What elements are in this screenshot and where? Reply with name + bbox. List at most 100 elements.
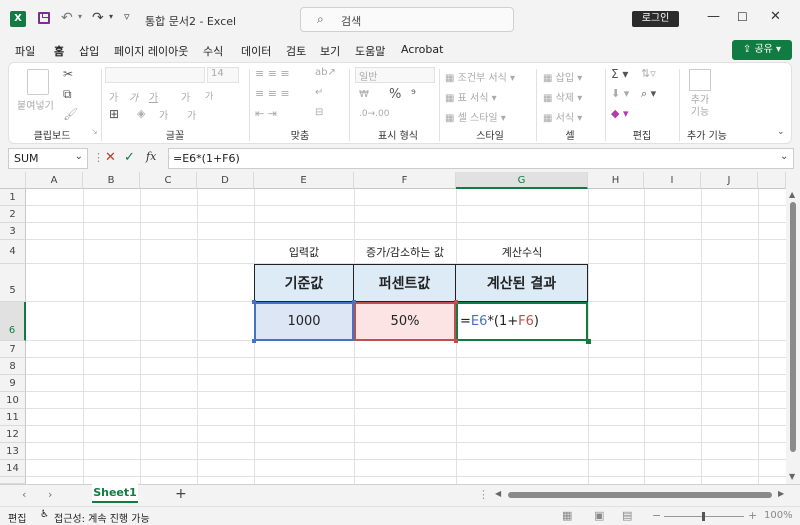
row-header-14[interactable]: 14 bbox=[0, 460, 26, 477]
indent-icon[interactable]: ⇤ ⇥ bbox=[255, 107, 277, 120]
addins-label[interactable]: 추가 기능 bbox=[687, 95, 713, 119]
row-header-11[interactable]: 11 bbox=[0, 409, 26, 426]
currency-icon[interactable]: ₩ bbox=[359, 89, 369, 100]
expand-formula-icon[interactable]: ⌄ bbox=[780, 151, 788, 162]
scroll-up-icon[interactable]: ▲ bbox=[789, 190, 795, 199]
cell-f5[interactable]: 퍼센트값 bbox=[353, 264, 456, 302]
login-button[interactable]: 로그인 bbox=[632, 11, 679, 27]
fill-color-icon[interactable]: ◈ bbox=[137, 107, 145, 120]
grow-font-button[interactable]: 가 bbox=[181, 89, 190, 104]
cell-g4[interactable]: 계산수식 bbox=[456, 240, 588, 264]
percent-icon[interactable]: % bbox=[389, 87, 401, 102]
merge-icon[interactable]: ⊟ bbox=[315, 107, 323, 118]
paste-icon[interactable] bbox=[27, 69, 49, 95]
row-header-9[interactable]: 9 bbox=[0, 375, 26, 392]
tab-formulas[interactable]: 수식 bbox=[203, 43, 223, 59]
align-left-icon[interactable]: ≡ ≡ ≡ bbox=[255, 87, 290, 100]
collapse-ribbon-icon[interactable]: ⌄ bbox=[777, 127, 785, 137]
bold-button[interactable]: 가 bbox=[109, 89, 118, 104]
tab-file[interactable]: 파일 bbox=[15, 43, 35, 59]
row-header-4[interactable]: 4 bbox=[0, 240, 26, 264]
undo-icon[interactable]: ↶ bbox=[61, 10, 73, 26]
horizontal-scroll-thumb[interactable] bbox=[508, 492, 772, 498]
maximize-icon[interactable]: ☐ bbox=[737, 10, 748, 24]
format-cells-button[interactable]: ▦ 서식 ▾ bbox=[543, 109, 582, 124]
font-name-box[interactable] bbox=[105, 67, 205, 83]
row-header-12[interactable]: 12 bbox=[0, 426, 26, 443]
cell-g6[interactable]: = E6 *(1+ F6) bbox=[456, 302, 588, 341]
tab-page-layout[interactable]: 페이지 레이아웃 bbox=[114, 43, 188, 59]
conditional-format-button[interactable]: ▦ 조건부 서식 ▾ bbox=[445, 69, 515, 84]
borders-icon[interactable]: ⊞ bbox=[109, 107, 119, 121]
col-header-k[interactable] bbox=[758, 172, 786, 189]
copy-icon[interactable]: ⧉ bbox=[63, 87, 72, 102]
cell-styles-button[interactable]: ▦ 셀 스타일 ▾ bbox=[445, 109, 506, 124]
zoom-out-icon[interactable]: − bbox=[652, 509, 661, 522]
scroll-right-icon[interactable]: ▶ bbox=[778, 489, 784, 498]
zoom-slider-thumb[interactable] bbox=[702, 512, 705, 521]
shrink-font-button[interactable]: 가 bbox=[205, 89, 213, 102]
scroll-down-icon[interactable]: ▼ bbox=[789, 472, 795, 481]
tab-acrobat[interactable]: Acrobat bbox=[401, 43, 443, 56]
formula-input[interactable]: =E6*(1+F6) bbox=[168, 148, 794, 169]
find-icon[interactable]: ⌕ ▾ bbox=[641, 87, 656, 101]
number-format-box[interactable]: 일반 bbox=[355, 67, 435, 83]
redo-dropdown-icon[interactable]: ▾ bbox=[109, 12, 113, 21]
tab-review[interactable]: 검토 bbox=[286, 43, 306, 59]
minimize-icon[interactable]: — bbox=[707, 9, 720, 24]
zoom-level[interactable]: 100% bbox=[764, 510, 793, 521]
col-header-h[interactable]: H bbox=[588, 172, 644, 189]
page-layout-icon[interactable]: ▣ bbox=[594, 509, 604, 522]
tab-data[interactable]: 데이터 bbox=[241, 43, 271, 59]
sort-filter-icon[interactable]: ⇅▿ bbox=[641, 67, 656, 80]
col-header-e[interactable]: E bbox=[254, 172, 354, 189]
name-box[interactable]: SUM ⌄ bbox=[8, 148, 88, 169]
worksheet-grid[interactable]: A B C D E F G H I J 1 2 3 4 5 6 7 8 9 10… bbox=[0, 172, 800, 484]
underline-button[interactable]: 가 bbox=[149, 89, 158, 104]
col-header-d[interactable]: D bbox=[197, 172, 254, 189]
addins-icon[interactable] bbox=[689, 69, 711, 91]
paste-label[interactable]: 붙여넣기 bbox=[17, 97, 54, 112]
clear-icon[interactable]: ◆ ▾ bbox=[611, 107, 628, 120]
table-format-button[interactable]: ▦ 표 서식 ▾ bbox=[445, 89, 497, 104]
increase-decimal-icon[interactable]: .0→.00 bbox=[359, 109, 389, 119]
col-header-g[interactable]: G bbox=[456, 172, 588, 189]
select-all[interactable] bbox=[0, 172, 26, 189]
accessibility-status[interactable]: 접근성: 계속 진행 가능 bbox=[54, 510, 150, 525]
tab-view[interactable]: 보기 bbox=[320, 43, 340, 59]
delete-cells-button[interactable]: ▦ 삭제 ▾ bbox=[543, 89, 582, 104]
font-size-box[interactable]: 14 bbox=[207, 67, 239, 83]
row-header-3[interactable]: 3 bbox=[0, 223, 26, 240]
wrap-text-icon[interactable]: ↵ bbox=[315, 87, 323, 98]
add-sheet-icon[interactable]: + bbox=[175, 486, 187, 502]
clipboard-launcher-icon[interactable]: ↘ bbox=[91, 127, 98, 136]
phonetic-button[interactable]: 가 bbox=[187, 107, 196, 122]
cell-g5[interactable]: 계산된 결과 bbox=[455, 264, 588, 302]
col-header-a[interactable]: A bbox=[26, 172, 83, 189]
normal-view-icon[interactable]: ▦ bbox=[562, 509, 572, 522]
row-header-5[interactable]: 5 bbox=[0, 264, 26, 302]
tab-home[interactable]: 홈 bbox=[54, 43, 65, 65]
search-box[interactable]: ⌕ 검색 bbox=[300, 7, 514, 32]
italic-button[interactable]: 가 bbox=[129, 89, 138, 104]
cancel-icon[interactable]: ✕ bbox=[105, 150, 116, 165]
row-header-8[interactable]: 8 bbox=[0, 358, 26, 375]
align-top-icon[interactable]: ≡ ≡ ≡ bbox=[255, 67, 290, 80]
row-header-10[interactable]: 10 bbox=[0, 392, 26, 409]
enter-icon[interactable]: ✓ bbox=[124, 150, 135, 165]
cell-e5[interactable]: 기준값 bbox=[254, 264, 354, 302]
sheet-tab-sheet1[interactable]: Sheet1 bbox=[92, 484, 138, 503]
fill-icon[interactable]: ⬇ ▾ bbox=[611, 87, 629, 100]
cut-icon[interactable]: ✂ bbox=[63, 67, 73, 81]
comma-icon[interactable]: ⁹ bbox=[411, 87, 416, 101]
cell-e6[interactable]: 1000 bbox=[254, 302, 354, 341]
vertical-scroll-thumb[interactable] bbox=[790, 202, 796, 452]
row-header-7[interactable]: 7 bbox=[0, 341, 26, 358]
redo-icon[interactable]: ↷ bbox=[92, 10, 104, 26]
customize-qat-icon[interactable]: ▿ bbox=[124, 10, 130, 23]
row-header-15[interactable] bbox=[0, 477, 26, 484]
vertical-scrollbar[interactable]: ▲ ▼ bbox=[786, 172, 800, 484]
col-header-c[interactable]: C bbox=[140, 172, 197, 189]
row-header-6[interactable]: 6 bbox=[0, 302, 26, 341]
page-break-icon[interactable]: ▤ bbox=[622, 509, 632, 522]
